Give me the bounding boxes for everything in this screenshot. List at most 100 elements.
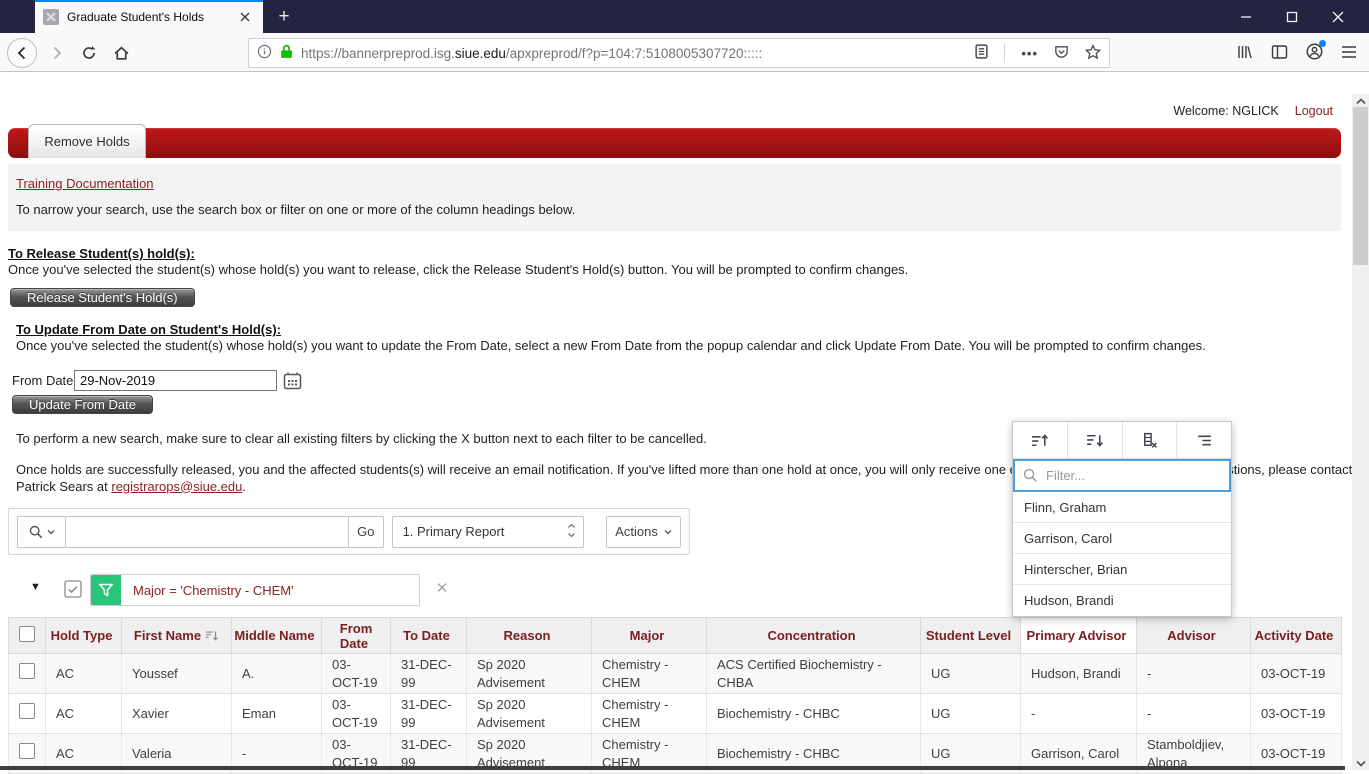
release-holds-button[interactable]: Release Student's Hold(s) [10, 288, 195, 307]
scrollbar-thumb[interactable] [1353, 107, 1368, 265]
table-cell: 03-OCT-19 [1250, 693, 1342, 735]
table-cell: 03-OCT-19 [1250, 653, 1342, 695]
notification-dot [1319, 40, 1326, 47]
url-bar[interactable]: https://bannerpreprod.isg.siue.edu/apxpr… [248, 38, 1110, 68]
go-button[interactable]: Go [349, 515, 384, 548]
table-cell: Youssef [121, 653, 232, 695]
calendar-icon[interactable] [283, 371, 302, 390]
column-header-concentration[interactable]: Concentration [706, 617, 921, 654]
table-cell: - [1020, 693, 1137, 735]
sort-ascending-icon[interactable] [1013, 422, 1068, 458]
search-icon [29, 525, 42, 538]
column-header-major[interactable]: Major [591, 617, 707, 654]
table-header-row: Hold Type First Name Middle Name From Date T… [8, 617, 1342, 654]
column-header-activity-date[interactable]: Activity Date [1250, 617, 1342, 654]
column-header-middle-name[interactable]: Middle Name [231, 617, 322, 654]
hide-column-icon[interactable] [1123, 422, 1178, 458]
reload-button[interactable] [74, 38, 104, 68]
release-heading: To Release Student(s) hold(s): [8, 246, 195, 261]
close-button[interactable] [1315, 0, 1361, 33]
back-button[interactable] [7, 38, 37, 68]
collapse-caret-icon[interactable]: ▼ [30, 581, 41, 593]
search-icon [1023, 468, 1037, 482]
search-input[interactable] [66, 515, 350, 548]
control-break-icon[interactable] [1177, 422, 1231, 458]
advisor-menu-item[interactable]: Flinn, Graham [1013, 492, 1231, 523]
column-filter-box [1013, 459, 1231, 492]
info-text: To narrow your search, use the search bo… [16, 202, 576, 217]
column-filter-input[interactable] [1046, 468, 1221, 483]
app-tab-bar: Updated Holds [8, 128, 1341, 206]
column-header-student-level[interactable]: Student Level [920, 617, 1021, 654]
library-icon[interactable] [1236, 44, 1253, 63]
column-menu-list: Flinn, Graham Garrison, Carol Hinterscher,… [1013, 492, 1231, 616]
lock-icon[interactable] [280, 44, 293, 62]
minimize-button[interactable] [1223, 0, 1269, 33]
column-header-from-date[interactable]: From Date [321, 617, 391, 654]
tab-remove-holds[interactable]: Remove Holds [28, 124, 146, 158]
training-documentation-link[interactable]: Training Documentation [16, 176, 154, 191]
remove-filter-icon[interactable]: ✕ [433, 580, 451, 598]
filter-enabled-checkbox[interactable] [64, 580, 82, 598]
advisor-menu-item[interactable]: Hinterscher, Brian [1013, 554, 1231, 585]
page-scrollbar[interactable] [1352, 94, 1369, 770]
select-all-checkbox[interactable] [19, 626, 35, 642]
maximize-button[interactable] [1269, 0, 1315, 33]
welcome-bar: Welcome: NGLICK Logout [1173, 104, 1333, 118]
sidebar-icon[interactable] [1271, 44, 1288, 63]
scroll-down-icon[interactable] [1352, 756, 1369, 770]
filter-funnel-icon [91, 575, 121, 605]
page-actions-icon[interactable]: ••• [1021, 46, 1038, 61]
report-select[interactable]: 1. Primary Report [391, 515, 585, 548]
browser-titlebar: Graduate Student's Holds + [0, 0, 1369, 33]
column-header-to-date[interactable]: To Date [390, 617, 467, 654]
search-column-dropdown[interactable] [17, 515, 67, 548]
column-header-menu: Flinn, GrahamGarrison, CarolHinterscher,… [1012, 421, 1232, 617]
column-header-advisor[interactable]: Advisor [1136, 617, 1251, 654]
actions-button[interactable]: Actions [606, 515, 681, 548]
update-from-date-button[interactable]: Update From Date [12, 395, 153, 414]
column-header-first-name[interactable]: First Name [121, 617, 232, 654]
menu-hamburger-icon[interactable] [1341, 45, 1357, 62]
bookmark-star-icon[interactable] [1084, 43, 1102, 63]
report-select-value: 1. Primary Report [402, 524, 505, 539]
table-cell: Eman [231, 693, 322, 735]
from-date-label: From Date [12, 373, 74, 388]
advisor-menu-item[interactable]: Hudson, Brandi [1013, 585, 1231, 616]
window-controls [1223, 0, 1361, 33]
row-select-cell [8, 693, 46, 735]
row-checkbox[interactable] [19, 743, 35, 760]
browser-tab[interactable]: Graduate Student's Holds [35, 0, 263, 33]
update-heading: To Update From Date on Student's Hold(s)… [16, 322, 282, 337]
chevron-down-icon [47, 529, 55, 534]
column-header-reason[interactable]: Reason [466, 617, 592, 654]
registrar-email-link[interactable]: registrarops@siue.edu [111, 479, 242, 494]
tab-close-icon[interactable] [235, 7, 255, 27]
column-header-primary-advisor[interactable]: Primary Advisor [1020, 617, 1137, 654]
table-cell: AC [45, 653, 122, 695]
table-cell: 03-OCT-19 [321, 693, 391, 735]
row-checkbox[interactable] [19, 663, 35, 680]
pocket-icon[interactable] [1054, 44, 1069, 62]
new-tab-button[interactable]: + [268, 0, 300, 33]
reader-mode-icon[interactable] [975, 44, 988, 62]
from-date-input[interactable] [74, 370, 277, 391]
forward-button[interactable] [42, 38, 72, 68]
tab-title: Graduate Student's Holds [67, 9, 205, 24]
table-cell: Hudson, Brandi [1020, 653, 1137, 695]
advisor-menu-item[interactable]: Garrison, Carol [1013, 523, 1231, 554]
site-info-icon[interactable] [257, 44, 272, 62]
report-search-bar: Go 1. Primary Report Actions [8, 508, 690, 555]
account-icon[interactable] [1306, 40, 1326, 63]
table-cell: ACS Certified Biochemistry - CHBA [706, 653, 921, 695]
chevron-down-icon [664, 529, 672, 534]
sort-descending-icon[interactable] [1068, 422, 1123, 458]
filter-chip[interactable]: Major = 'Chemistry - CHEM' [90, 574, 420, 606]
home-button[interactable] [106, 38, 136, 68]
column-header-hold-type[interactable]: Hold Type [45, 617, 122, 654]
row-checkbox[interactable] [19, 703, 35, 720]
logout-link[interactable]: Logout [1295, 104, 1333, 118]
table-cell: Sp 2020 Advisement [466, 693, 592, 735]
release-body: Once you've selected the student(s) whos… [8, 262, 909, 277]
scroll-up-icon[interactable] [1352, 94, 1369, 108]
